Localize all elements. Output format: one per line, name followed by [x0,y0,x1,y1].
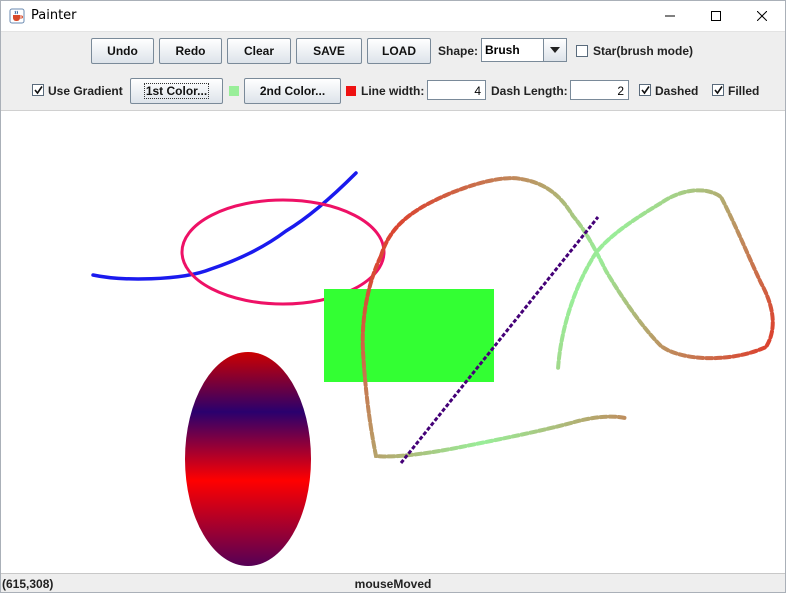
minimize-icon [665,15,675,17]
filled-label: Filled [728,84,760,98]
chevron-down-icon[interactable] [543,39,566,61]
toolbar-primary: Undo Redo Clear SAVE LOAD Shape: Brush S… [1,32,785,70]
gradient-oval [185,352,311,566]
second-color-swatch [346,86,356,96]
dash-length-label: Dash Length: [491,84,568,98]
blue-brush-stroke [91,171,358,281]
drawing-canvas[interactable] [1,111,785,573]
pink-oval [180,198,386,306]
maximize-icon [711,11,721,21]
painter-window: Painter Undo Redo Clear SAVE LOAD Shape:… [0,0,786,593]
checkmark-icon [641,86,650,95]
mouse-event-status: mouseMoved [354,577,432,591]
clear-label: Clear [243,44,275,58]
first-color-button[interactable]: 1st Color... [130,78,223,104]
use-gradient-label: Use Gradient [48,84,123,98]
clear-button[interactable]: Clear [227,38,291,64]
load-button[interactable]: LOAD [367,38,431,64]
redo-label: Redo [175,44,206,58]
save-button[interactable]: SAVE [296,38,362,64]
maximize-button[interactable] [693,1,739,31]
minimize-button[interactable] [647,1,693,31]
toolbar-secondary: Use Gradient 1st Color... 2nd Color... L… [1,70,785,111]
shape-label: Shape: [438,44,479,58]
first-color-swatch [229,86,239,96]
second-color-label: 2nd Color... [259,84,326,98]
save-label: SAVE [313,44,345,58]
filled-checkbox[interactable] [712,84,724,96]
green-rectangle [324,289,494,382]
first-color-label: 1st Color... [143,83,210,99]
title-bar: Painter [1,1,785,32]
star-brush-checkbox[interactable] [576,45,588,57]
redo-button[interactable]: Redo [159,38,222,64]
close-icon [757,11,767,21]
undo-label: Undo [107,44,138,58]
dashed-checkbox[interactable] [639,84,651,96]
checkmark-icon [714,86,723,95]
status-bar: (615,308) mouseMoved [1,573,785,592]
star-brush-label: Star(brush mode) [593,44,694,58]
second-color-button[interactable]: 2nd Color... [244,78,341,104]
window-title: Painter [31,8,77,23]
java-cup-icon [9,8,25,24]
canvas-drawing [91,171,775,566]
line-width-field[interactable]: 4 [427,80,486,100]
dashed-label: Dashed [655,84,699,98]
shape-select[interactable]: Brush [481,38,567,62]
load-label: LOAD [382,44,416,58]
use-gradient-checkbox[interactable] [32,84,44,96]
line-width-label: Line width: [361,84,425,98]
undo-button[interactable]: Undo [91,38,154,64]
close-button[interactable] [739,1,785,31]
shape-select-value: Brush [485,43,520,57]
dash-length-field[interactable]: 2 [570,80,629,100]
checkmark-icon [34,86,43,95]
